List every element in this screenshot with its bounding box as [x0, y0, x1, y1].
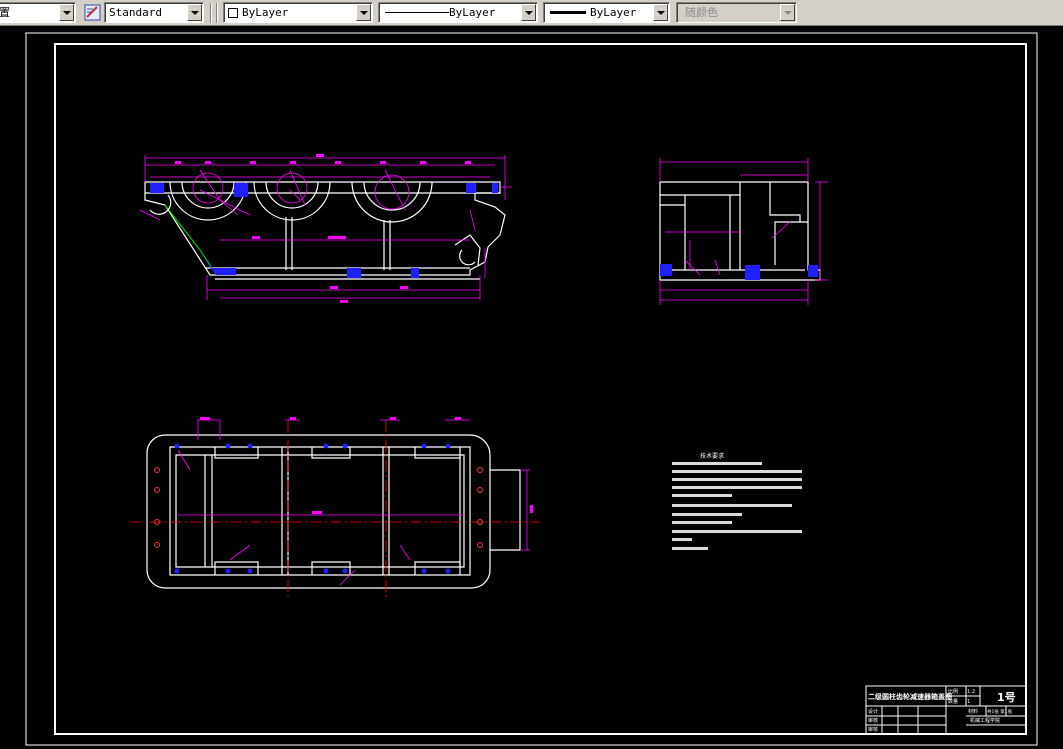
drawing-name: 二级圆柱齿轮减速器箱盖图: [868, 692, 952, 701]
chevron-down-icon[interactable]: [187, 4, 202, 21]
linetype-dropdown[interactable]: ByLayer: [378, 2, 538, 23]
linetype-sample: [385, 12, 449, 13]
top-view-dimensions: [177, 419, 530, 586]
front-view: [144, 181, 506, 280]
scale-value: 1:2: [967, 689, 975, 695]
title-block-text: 二级圆柱齿轮减速器箱盖图 1号 比例 1:2 数量 1 共1张 第1张 材料 设…: [868, 688, 1016, 733]
chevron-down-icon[interactable]: [59, 4, 74, 21]
plot-style-value: 随颜色: [685, 6, 718, 19]
tech-req-title: 技术要求: [700, 452, 724, 460]
dimension-style-value: Standard: [109, 6, 162, 19]
sheet-inner-border: [54, 43, 1027, 735]
material-label: 材料: [968, 708, 978, 715]
sheet-info: 共1张 第1张: [987, 708, 1013, 715]
top-view-side-holes: [154, 467, 483, 548]
front-view-dim-text: [175, 154, 471, 303]
lineweight-sample: [550, 11, 586, 14]
chevron-down-icon[interactable]: [356, 4, 371, 21]
technical-requirements: 技术要求: [672, 452, 802, 550]
school-name: 机械工程学院: [970, 717, 1000, 724]
drawing-canvas[interactable]: 技术要求 二级圆柱齿轮减速器箱盖图 1号 比例 1:2 数量 1 共1张 第1张…: [0, 26, 1063, 749]
lineweight-value: ByLayer: [590, 6, 637, 19]
scale-label: 比例: [948, 688, 958, 695]
top-view-bolt-holes: [174, 443, 451, 574]
sheet-size: 1号: [997, 691, 1016, 704]
color-swatch-icon: [228, 8, 238, 18]
properties-toolbar: 置 Standard ByLayer ByLayer ByLayer 随颜色: [0, 0, 1063, 26]
text-style-value: 置: [0, 6, 10, 19]
top-view-dim-text: [200, 417, 533, 514]
chevron-down-icon[interactable]: [653, 4, 668, 21]
lineweight-dropdown[interactable]: ByLayer: [543, 2, 670, 23]
top-view: [146, 434, 521, 589]
color-dropdown[interactable]: ByLayer: [223, 2, 373, 23]
toolbar-separator: [210, 3, 212, 23]
designer-label: 设计: [868, 708, 878, 715]
dimension-style-icon[interactable]: [83, 3, 103, 23]
text-style-dropdown[interactable]: 置: [0, 2, 76, 23]
chevron-down-icon[interactable]: [521, 4, 536, 21]
linetype-value: ByLayer: [449, 6, 496, 19]
dimension-style-dropdown[interactable]: Standard: [104, 2, 204, 23]
toolbar-separator: [216, 3, 218, 23]
side-view: [659, 181, 821, 281]
chevron-down-icon: [780, 4, 795, 21]
sheet-outer-border: [25, 32, 1038, 746]
qty-label: 数量: [948, 698, 958, 705]
plot-style-dropdown: 随颜色: [676, 2, 797, 23]
side-view-hatch: [660, 264, 818, 280]
approver-label: 审核: [868, 726, 878, 733]
front-view-dimensions: [139, 155, 512, 300]
checker-label: 审核: [868, 717, 878, 724]
qty-value: 1: [967, 699, 970, 705]
color-value: ByLayer: [242, 6, 289, 19]
